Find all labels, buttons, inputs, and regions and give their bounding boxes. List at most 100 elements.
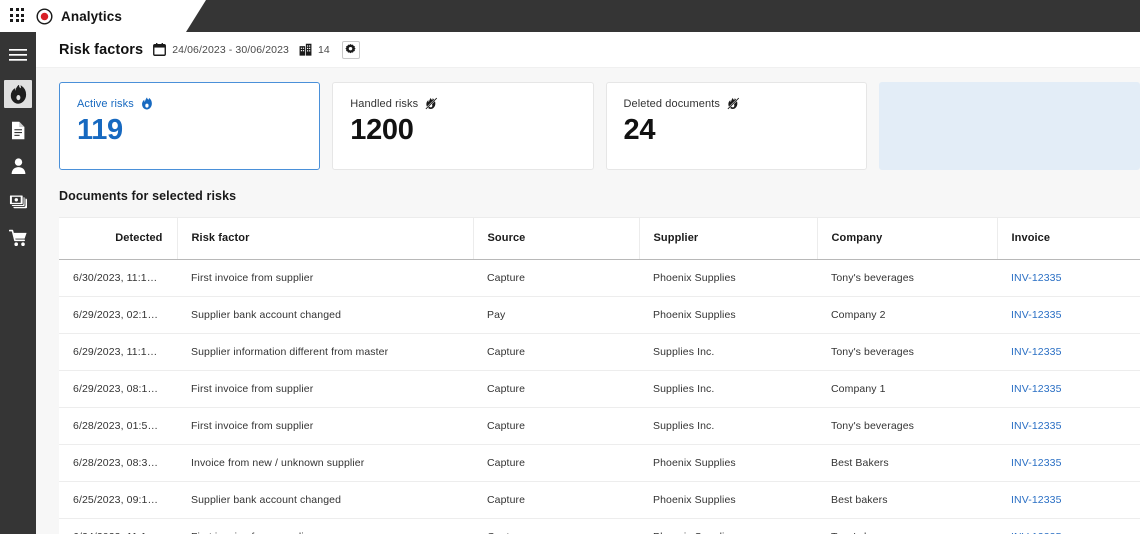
cell-detected: 6/28/2023, 01:55 PM	[59, 407, 177, 445]
column-header-company[interactable]: Company	[817, 218, 998, 260]
kpi-label-active-risks: Active risks	[77, 97, 134, 110]
sidebar-item-suppliers[interactable]	[4, 152, 32, 180]
cell-invoice[interactable]: INV-12335	[997, 259, 1140, 297]
cell-company: Company 2	[817, 296, 997, 334]
kpi-card-handled-risks[interactable]: Handled risks 1200	[332, 82, 594, 170]
cell-company: Best bakers	[817, 481, 997, 519]
cell-supplier: Phoenix Supplies	[639, 444, 817, 482]
flame-icon	[10, 84, 26, 104]
settings-button[interactable]	[341, 40, 360, 59]
kpi-value-active-risks: 119	[77, 114, 123, 146]
cell-source: Capture	[473, 370, 639, 408]
sidebar-item-documents[interactable]	[4, 116, 32, 144]
column-header-invoice[interactable]: Invoice	[997, 218, 1140, 260]
cell-risk-factor: First invoice from supplier	[177, 259, 473, 297]
flame-off-icon	[425, 97, 438, 110]
sidebar-item-risks[interactable]	[4, 80, 32, 108]
cell-risk-factor: Supplier bank account changed	[177, 296, 473, 334]
cell-source: Pay	[473, 296, 639, 334]
cell-supplier: Phoenix Supplies	[639, 296, 817, 334]
kpi-value-handled-risks: 1200	[350, 114, 414, 146]
cell-source: Capture	[473, 259, 639, 297]
table-row[interactable]: 6/28/2023, 08:34 AM Invoice from new / un…	[59, 444, 1140, 482]
cell-company: Tony's beverages	[817, 518, 997, 534]
table-row[interactable]: 6/25/2023, 09:10 AM Supplier bank account…	[59, 481, 1140, 519]
table-row[interactable]: 6/29/2023, 08:16 AM First invoice from su…	[59, 370, 1140, 408]
brand-target-icon	[36, 7, 53, 25]
app-tab[interactable]: Analytics	[0, 0, 206, 32]
cell-risk-factor: Supplier bank account changed	[177, 481, 473, 519]
cell-source: Capture	[473, 444, 639, 482]
page-header: Risk factors 24/06/2023 - 30/06/2023 14	[36, 32, 1140, 68]
page-title: Risk factors	[59, 41, 144, 58]
cell-company: Best Bakers	[817, 444, 997, 482]
column-header-detected[interactable]: Detected	[59, 218, 178, 260]
cell-invoice[interactable]: INV-12335	[997, 370, 1140, 408]
cell-detected: 6/29/2023, 11:16 AM	[59, 333, 177, 371]
table-row[interactable]: 6/28/2023, 01:55 PM First invoice from su…	[59, 407, 1140, 445]
cell-source: Capture	[473, 407, 639, 445]
kpi-value-deleted-documents: 24	[623, 114, 656, 146]
cell-invoice[interactable]: INV-12335	[997, 481, 1140, 519]
kpi-card-label-row: Active risks	[77, 97, 319, 110]
column-header-risk-factor[interactable]: Risk factor	[177, 218, 474, 260]
apps-grid-icon[interactable]	[10, 8, 26, 24]
kpi-label-deleted-documents: Deleted documents	[623, 97, 720, 110]
cell-invoice[interactable]: INV-12335	[997, 407, 1140, 445]
cell-invoice[interactable]: INV-12335	[997, 296, 1140, 334]
table-row[interactable]: 6/29/2023, 11:16 AM Supplier information …	[59, 333, 1140, 371]
flame-icon	[141, 97, 152, 110]
gear-icon	[345, 44, 356, 54]
cell-detected: 6/29/2023, 08:16 AM	[59, 370, 177, 408]
documents-table-wrapper: Detected Risk factor Source Supplier Com…	[59, 217, 1140, 534]
cell-invoice[interactable]: INV-12335	[997, 444, 1140, 482]
kpi-card-deleted-documents[interactable]: Deleted documents 24	[605, 82, 867, 170]
kpi-card-active-risks[interactable]: Active risks 119	[59, 82, 321, 170]
table-row[interactable]: 6/29/2023, 02:16 PM Supplier bank account…	[59, 296, 1140, 334]
cell-company: Tony's beverages	[817, 259, 997, 297]
kpi-card-label-row: Handled risks	[350, 97, 592, 110]
cart-icon	[8, 229, 27, 246]
company-filter[interactable]: 14	[299, 43, 330, 56]
sidebar-item-purchasing[interactable]	[4, 224, 32, 252]
table-row[interactable]: 6/30/2023, 11:16 AM First invoice from su…	[59, 259, 1140, 297]
cell-source: Capture	[473, 333, 639, 371]
cell-supplier: Phoenix Supplies	[639, 518, 817, 534]
calendar-icon	[153, 43, 167, 56]
cell-supplier: Phoenix Supplies	[639, 259, 817, 297]
cell-risk-factor: First invoice from supplier	[177, 518, 473, 534]
cell-detected: 6/25/2023, 09:10 AM	[59, 481, 177, 519]
cell-risk-factor: First invoice from supplier	[177, 370, 473, 408]
kpi-card-list: Active risks 119 Handled risks 1200 Dele…	[36, 68, 1140, 170]
cell-company: Company 1	[817, 370, 997, 408]
cell-detected: 6/30/2023, 11:16 AM	[59, 259, 177, 297]
app-title: Analytics	[61, 8, 122, 24]
cell-risk-factor: First invoice from supplier	[177, 407, 473, 445]
column-header-supplier[interactable]: Supplier	[639, 218, 818, 260]
cell-company: Tony's beverages	[817, 407, 997, 445]
cell-source: Capture	[473, 481, 639, 519]
date-range-value: 24/06/2023 - 30/06/2023	[172, 43, 289, 56]
page-content: Risk factors 24/06/2023 - 30/06/2023 14 …	[36, 32, 1140, 534]
building-icon	[299, 43, 312, 56]
table-body: 6/30/2023, 11:16 AM First invoice from su…	[59, 259, 1140, 534]
kpi-card-placeholder	[878, 82, 1140, 170]
date-range-filter[interactable]: 24/06/2023 - 30/06/2023	[153, 43, 289, 56]
cell-supplier: Supplies Inc.	[639, 333, 817, 371]
cell-supplier: Supplies Inc.	[639, 407, 817, 445]
cell-risk-factor: Supplier information different from mast…	[177, 333, 473, 371]
cell-supplier: Supplies Inc.	[639, 370, 817, 408]
table-header-row: Detected Risk factor Source Supplier Com…	[59, 218, 1140, 260]
cell-detected: 6/24/2023, 11:16 AM	[59, 518, 177, 534]
cell-company: Tony's beverages	[817, 333, 997, 371]
table-row[interactable]: 6/24/2023, 11:16 AMFirst invoice from su…	[59, 518, 1140, 534]
person-icon	[11, 158, 25, 174]
cell-invoice[interactable]: INV-12335	[997, 333, 1140, 371]
cell-invoice[interactable]: INV-12335	[997, 518, 1140, 534]
column-header-source[interactable]: Source	[473, 218, 640, 260]
sidebar-item-payments[interactable]	[4, 188, 32, 216]
cell-detected: 6/28/2023, 08:34 AM	[59, 444, 177, 482]
sidebar-toggle-button[interactable]	[4, 41, 32, 69]
hamburger-menu-icon	[9, 49, 27, 61]
table-header: Detected Risk factor Source Supplier Com…	[59, 218, 1140, 260]
